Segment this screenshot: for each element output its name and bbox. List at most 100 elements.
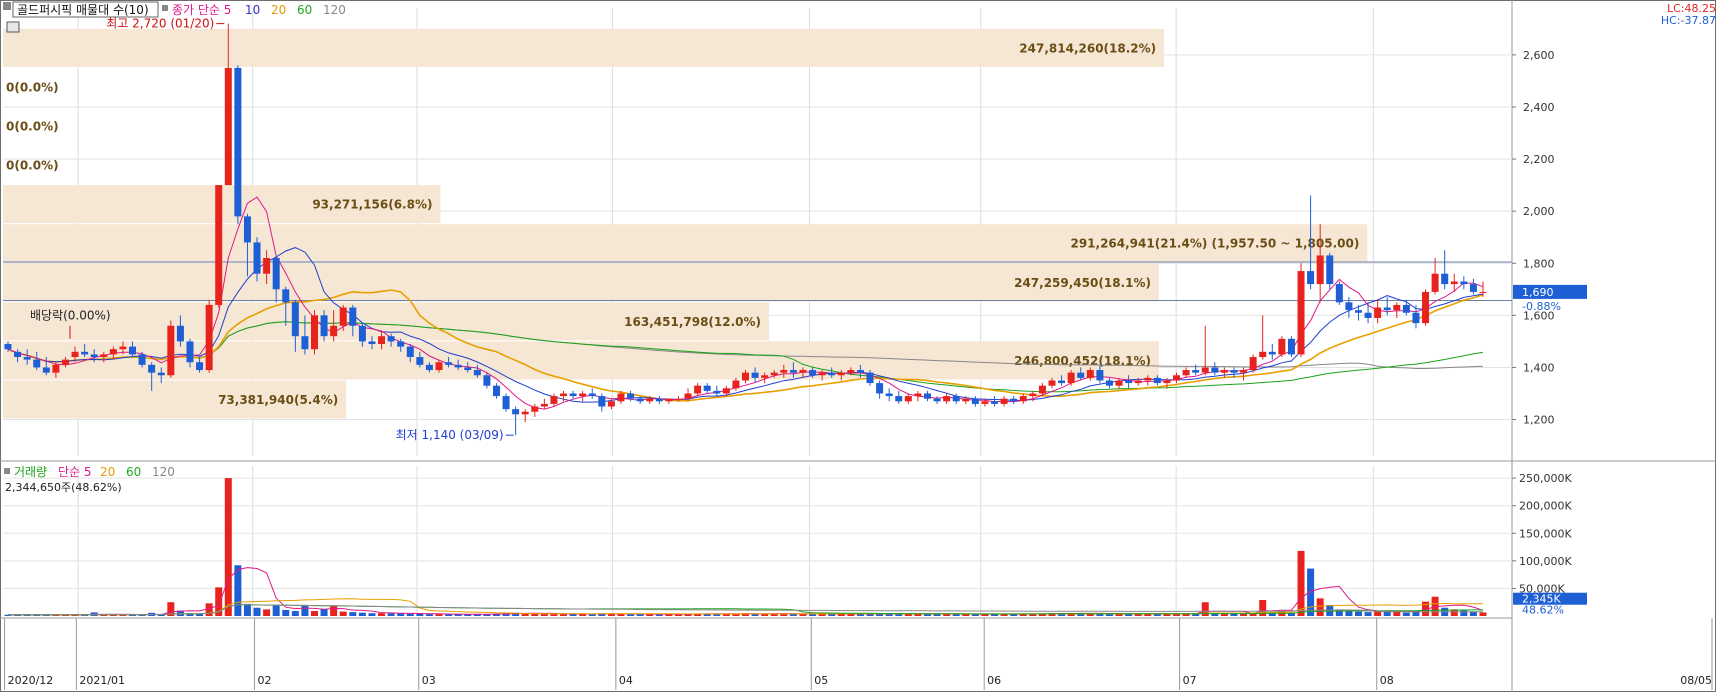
candle-up[interactable] [224, 67, 232, 186]
candle-down[interactable] [971, 398, 979, 404]
volume-bar[interactable] [282, 609, 290, 616]
candle-down[interactable] [368, 341, 376, 344]
candle-down[interactable] [636, 398, 644, 402]
candle-down[interactable] [186, 341, 194, 363]
candle-down[interactable] [243, 216, 251, 243]
candle-up[interactable] [215, 185, 223, 305]
volume-bar[interactable] [1479, 612, 1487, 616]
candle-up[interactable] [722, 388, 730, 394]
candle-up[interactable] [167, 325, 175, 376]
volume-bar[interactable] [416, 613, 424, 616]
candle-down[interactable] [713, 390, 721, 394]
candle-down[interactable] [1211, 367, 1219, 373]
candle-down[interactable] [1153, 377, 1161, 384]
candle-up[interactable] [914, 393, 922, 397]
volume-bar[interactable] [368, 613, 376, 616]
candle-up[interactable] [378, 336, 386, 344]
candle-down[interactable] [1345, 302, 1353, 311]
candle-up[interactable] [579, 393, 587, 397]
candle-down[interactable] [991, 401, 999, 404]
candle-up[interactable] [61, 359, 69, 365]
volume-bar[interactable] [1364, 612, 1372, 616]
candle-up[interactable] [1029, 393, 1037, 397]
volume-bar[interactable] [301, 604, 309, 616]
candle-up[interactable] [560, 393, 568, 397]
candle-down[interactable] [253, 242, 261, 274]
candle-up[interactable] [1173, 375, 1181, 381]
candle-down[interactable] [176, 325, 184, 342]
candle-down[interactable] [1326, 255, 1334, 285]
candle-down[interactable] [291, 302, 299, 337]
candle-down[interactable] [358, 325, 366, 342]
candle-down[interactable] [1383, 307, 1391, 311]
candle-down[interactable] [148, 364, 156, 373]
candle-down[interactable] [33, 359, 41, 368]
volume-bar[interactable] [406, 613, 414, 616]
candle-up[interactable] [847, 370, 855, 373]
candle-down[interactable] [1096, 370, 1104, 381]
candle-down[interactable] [512, 409, 520, 415]
candle-up[interactable] [684, 393, 692, 399]
candle-down[interactable] [627, 393, 635, 399]
candle-up[interactable] [1000, 398, 1008, 404]
candle-down[interactable] [1268, 351, 1276, 355]
candle-up[interactable] [109, 349, 117, 355]
candle-down[interactable] [272, 258, 280, 290]
candle-up[interactable] [1038, 385, 1046, 394]
candle-down[interactable] [751, 372, 759, 378]
candle-up[interactable] [1249, 357, 1257, 371]
volume-bar[interactable] [272, 604, 280, 616]
candle-up[interactable] [100, 354, 108, 358]
candle-up[interactable] [694, 385, 702, 394]
candle-down[interactable] [1354, 310, 1362, 313]
candle-up[interactable] [981, 401, 989, 404]
candle-up[interactable] [1450, 281, 1458, 285]
candle-down[interactable] [895, 396, 903, 402]
candle-down[interactable] [703, 385, 711, 391]
candle-up[interactable] [339, 307, 347, 326]
candle-up[interactable] [646, 398, 654, 402]
candle-down[interactable] [1469, 284, 1477, 292]
candle-down[interactable] [483, 375, 491, 386]
candlestick-chart[interactable]: 1,2001,4001,6001,8002,0002,2002,4002,600… [0, 0, 1716, 692]
candle-up[interactable] [550, 396, 558, 404]
volume-bar[interactable] [914, 614, 922, 616]
candle-up[interactable] [1220, 370, 1228, 373]
volume-bar[interactable] [425, 614, 433, 616]
volume-bar[interactable] [224, 478, 232, 616]
candle-up[interactable] [1393, 304, 1401, 311]
candle-up[interactable] [263, 258, 271, 274]
candle-up[interactable] [1278, 338, 1286, 355]
candle-up[interactable] [330, 325, 338, 337]
candle-down[interactable] [1192, 370, 1200, 373]
candle-up[interactable] [1019, 396, 1027, 402]
volume-bar[interactable] [320, 609, 328, 616]
candle-up[interactable] [943, 396, 951, 402]
volume-bar[interactable] [1460, 609, 1468, 616]
candle-up[interactable] [531, 406, 539, 412]
volume-bar[interactable] [560, 614, 568, 616]
ma-period-label[interactable]: 120 [323, 3, 346, 17]
candle-down[interactable] [1402, 304, 1410, 313]
candle-down[interactable] [42, 367, 50, 373]
volume-bar[interactable] [1402, 612, 1410, 616]
candle-down[interactable] [349, 307, 357, 326]
candle-down[interactable] [445, 362, 453, 365]
candle-down[interactable] [492, 385, 500, 397]
candle-up[interactable] [761, 375, 769, 378]
volume-bar[interactable] [243, 603, 251, 616]
candle-up[interactable] [837, 372, 845, 376]
candle-up[interactable] [1431, 273, 1439, 292]
candle-down[interactable] [454, 364, 462, 368]
candle-down[interactable] [196, 362, 204, 371]
volume-bar[interactable] [310, 611, 318, 616]
candle-down[interactable] [876, 383, 884, 394]
candle-down[interactable] [655, 398, 663, 402]
candle-down[interactable] [90, 354, 98, 358]
candle-down[interactable] [23, 357, 31, 360]
volume-bar[interactable] [119, 614, 127, 616]
candle-up[interactable] [1182, 370, 1190, 376]
candle-up[interactable] [770, 372, 778, 376]
volume-bar[interactable] [339, 611, 347, 616]
candle-up[interactable] [1067, 372, 1075, 384]
